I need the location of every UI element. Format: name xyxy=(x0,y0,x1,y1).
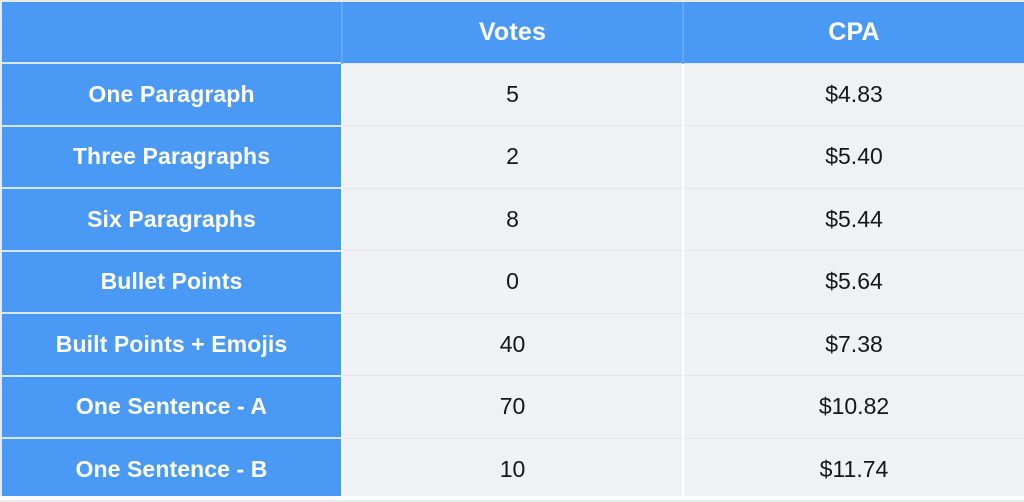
cell-votes: 0 xyxy=(341,250,683,313)
row-label-three-paragraphs: Three Paragraphs xyxy=(0,124,342,188)
table-row: Three Paragraphs 2 $5.40 xyxy=(0,124,1024,188)
cell-votes: 70 xyxy=(341,375,683,438)
cell-votes: 10 xyxy=(341,437,683,502)
row-label-built-points-emojis: Built Points + Emojis xyxy=(0,312,342,376)
row-label-one-sentence-b: One Sentence - B xyxy=(0,437,342,502)
cell-cpa: $11.74 xyxy=(682,437,1024,502)
cell-votes: 40 xyxy=(341,312,683,376)
cell-cpa: $10.82 xyxy=(682,375,1024,438)
cell-cpa: $5.64 xyxy=(682,250,1024,313)
cell-votes: 8 xyxy=(341,187,683,251)
column-header-label xyxy=(0,0,342,63)
table-row: Bullet Points 0 $5.64 xyxy=(0,249,1024,313)
cell-votes: 5 xyxy=(341,62,683,126)
results-table-container: Votes CPA One Paragraph 5 $4.83 Three Pa… xyxy=(0,0,1024,502)
results-table: Votes CPA One Paragraph 5 $4.83 Three Pa… xyxy=(0,0,1024,502)
cell-votes: 2 xyxy=(341,125,683,188)
table-header-row: Votes CPA xyxy=(0,0,1024,63)
row-label-six-paragraphs: Six Paragraphs xyxy=(0,187,342,251)
table-header: Votes CPA xyxy=(0,0,1024,63)
cell-cpa: $7.38 xyxy=(682,312,1024,376)
row-label-one-sentence-a: One Sentence - A xyxy=(0,374,342,438)
bottom-spacer xyxy=(0,496,1024,500)
table-row: One Sentence - B 10 $11.74 xyxy=(0,437,1024,502)
cell-cpa: $5.40 xyxy=(682,125,1024,188)
table-row: Built Points + Emojis 40 $7.38 xyxy=(0,312,1024,376)
row-label-bullet-points: Bullet Points xyxy=(0,249,342,313)
table-body: One Paragraph 5 $4.83 Three Paragraphs 2… xyxy=(0,62,1024,502)
column-header-votes: Votes xyxy=(341,0,683,63)
cell-cpa: $4.83 xyxy=(682,62,1024,126)
row-label-one-paragraph: One Paragraph xyxy=(0,62,342,126)
table-row: One Sentence - A 70 $10.82 xyxy=(0,374,1024,438)
table-row: Six Paragraphs 8 $5.44 xyxy=(0,187,1024,251)
column-header-cpa: CPA xyxy=(682,0,1024,63)
cell-cpa: $5.44 xyxy=(682,187,1024,251)
table-row: One Paragraph 5 $4.83 xyxy=(0,62,1024,126)
